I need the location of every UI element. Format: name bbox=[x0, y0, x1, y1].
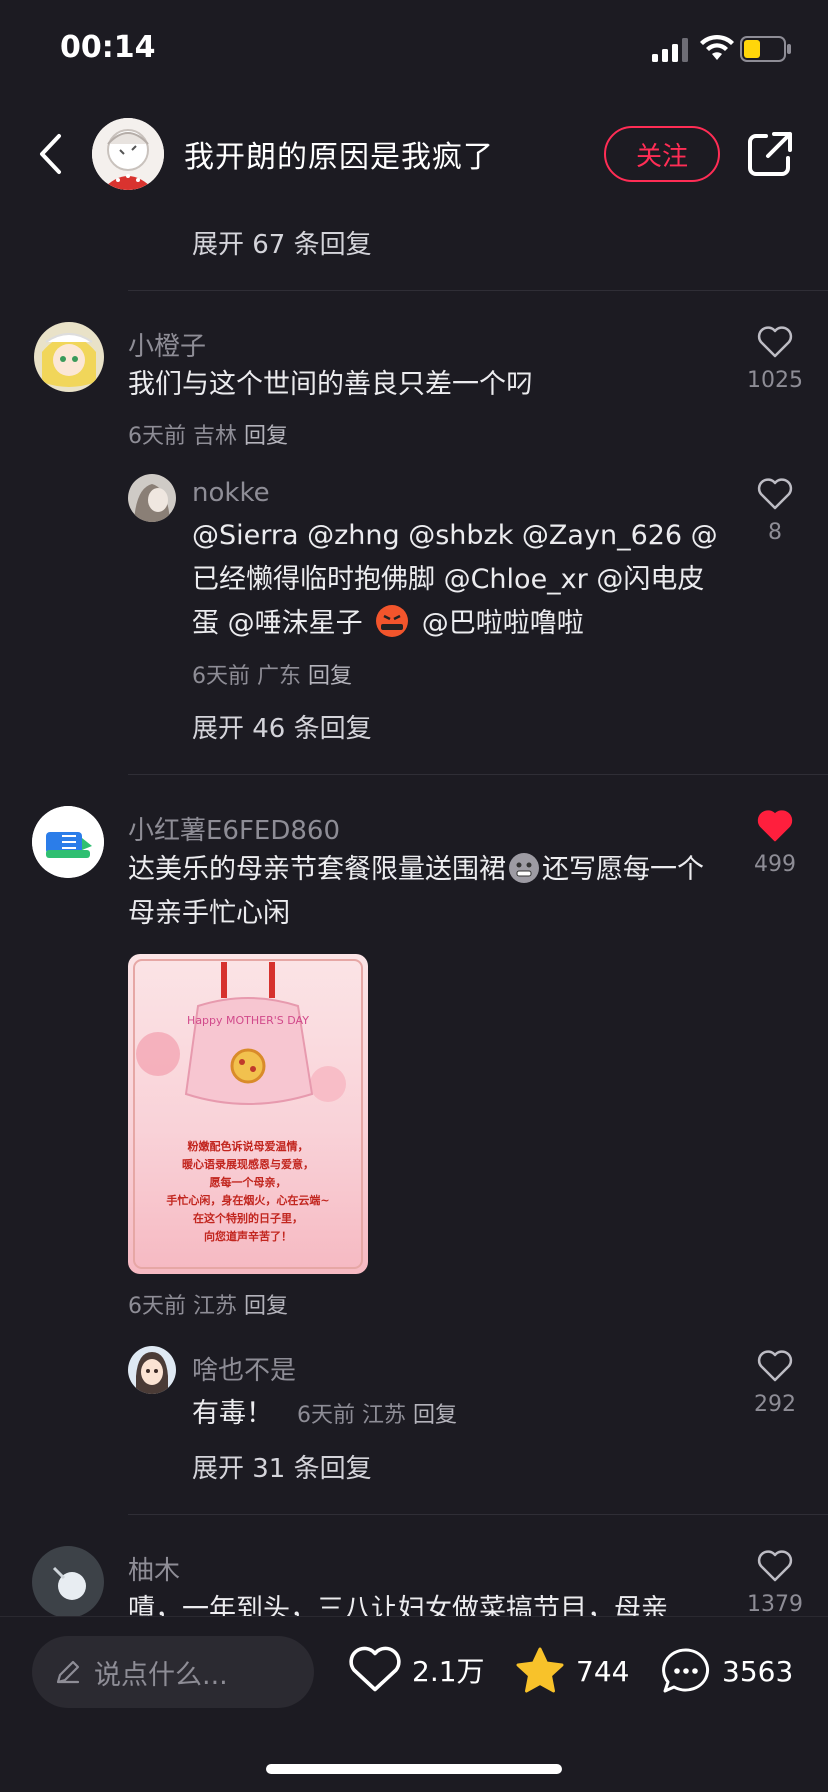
comment-meta: 6天前 吉林 回复 bbox=[128, 418, 288, 450]
reply-text-tail: @巴啦啦噜啦 bbox=[421, 608, 584, 639]
reply-line: 有毒！ 6天前 江苏 回复 bbox=[192, 1392, 457, 1436]
angry-emoji-icon bbox=[375, 604, 409, 638]
reply-button[interactable]: 回复 bbox=[244, 1294, 288, 1319]
like-count: 1379 bbox=[747, 1592, 803, 1617]
comment-text-part1: 达美乐的母亲节套餐限量送围裙 bbox=[128, 854, 506, 885]
share-button[interactable] bbox=[746, 130, 794, 178]
comment-text: 我们与这个世间的善良只差一个叼 bbox=[128, 369, 533, 400]
expand-replies-link[interactable]: 展开 31 条回复 bbox=[192, 1448, 372, 1485]
reply-username[interactable]: nokke bbox=[192, 478, 270, 508]
favorite-button[interactable]: 744 bbox=[514, 1646, 629, 1696]
divider bbox=[128, 1514, 828, 1515]
chat-bubble-icon bbox=[662, 1648, 710, 1693]
divider bbox=[128, 290, 828, 291]
reply-time: 6天前 bbox=[192, 664, 250, 689]
comment-username[interactable]: 小红薯E6FED860 bbox=[128, 810, 340, 847]
star-icon bbox=[516, 1647, 564, 1693]
image-caption: 粉嫩配色诉说母爱温情， 暖心语录展现感恩与爱意， 愿每一个母亲， 手忙心闲，身在… bbox=[128, 1138, 368, 1246]
chevron-left-icon bbox=[40, 134, 61, 174]
share-icon bbox=[748, 132, 792, 176]
comment-input-placeholder: 说点什么... bbox=[94, 1659, 228, 1691]
image-line: 粉嫩配色诉说母爱温情， bbox=[187, 1140, 309, 1153]
replier-avatar[interactable] bbox=[128, 474, 176, 522]
like-button[interactable]: 8 bbox=[740, 478, 810, 545]
follow-button[interactable]: 关注 bbox=[604, 126, 720, 182]
back-button[interactable] bbox=[30, 128, 70, 180]
reply-button[interactable]: 回复 bbox=[413, 1403, 457, 1428]
post-like-count: 2.1万 bbox=[412, 1655, 485, 1688]
divider bbox=[128, 774, 828, 775]
reply-location: 广东 bbox=[257, 664, 302, 689]
heart-outline-icon bbox=[757, 478, 793, 510]
reply-button[interactable]: 回复 bbox=[244, 424, 288, 449]
comment-image[interactable]: Happy MOTHER'S DAY 粉嫩配色诉说母爱温情， 暖心语录展现感恩与… bbox=[128, 954, 368, 1274]
image-line: 在这个特别的日子里， bbox=[193, 1212, 303, 1225]
image-line: 手忙心闲，身在烟火，心在云端~ bbox=[166, 1194, 330, 1207]
comment-meta: 6天前 江苏 回复 bbox=[128, 1288, 288, 1320]
heart-outline-icon bbox=[757, 1350, 793, 1382]
like-count: 499 bbox=[754, 852, 796, 877]
replier-avatar[interactable] bbox=[128, 1346, 176, 1394]
pencil-icon bbox=[56, 1660, 80, 1684]
commenter-avatar[interactable] bbox=[32, 1546, 104, 1618]
comment-time: 6天前 bbox=[128, 1294, 186, 1319]
reply-text: 有毒！ bbox=[192, 1398, 273, 1429]
reply-button[interactable]: 回复 bbox=[308, 664, 352, 689]
heart-filled-icon bbox=[757, 810, 793, 842]
comment-time: 6天前 bbox=[128, 424, 186, 449]
comment-username[interactable]: 柚木 bbox=[128, 1550, 180, 1587]
reply-text: @Sierra @zhng @shbzk @Zayn_626 @已经懒得临时抱佛… bbox=[192, 514, 722, 646]
like-button[interactable]: 1379 bbox=[740, 1550, 810, 1617]
status-time: 00:14 bbox=[60, 30, 156, 65]
wifi-icon bbox=[700, 34, 734, 60]
reply-location: 江苏 bbox=[362, 1403, 407, 1428]
favorite-count: 744 bbox=[576, 1654, 630, 1688]
author-avatar[interactable] bbox=[92, 118, 164, 190]
image-line: 向您道声辛苦了！ bbox=[204, 1230, 292, 1243]
reply-meta: 6天前 江苏 回复 bbox=[297, 1397, 457, 1429]
commenter-avatar[interactable] bbox=[32, 806, 104, 878]
comment-count: 3563 bbox=[722, 1654, 794, 1688]
like-count: 292 bbox=[754, 1392, 796, 1417]
post-like-button[interactable]: 2.1万 bbox=[348, 1646, 485, 1694]
heart-outline-icon bbox=[757, 1550, 793, 1582]
image-banner: Happy MOTHER'S DAY bbox=[187, 1014, 309, 1027]
expand-replies-link[interactable]: 展开 67 条回复 bbox=[192, 224, 372, 261]
like-button[interactable]: 292 bbox=[740, 1350, 810, 1417]
home-indicator[interactable] bbox=[266, 1764, 562, 1774]
comment-location: 江苏 bbox=[193, 1294, 238, 1319]
commenter-avatar[interactable] bbox=[34, 322, 104, 392]
image-line: 暖心语录展现感恩与爱意， bbox=[182, 1158, 314, 1171]
image-line: 愿每一个母亲， bbox=[209, 1176, 287, 1189]
heart-outline-icon bbox=[757, 326, 793, 358]
like-button[interactable]: 499 bbox=[740, 810, 810, 877]
like-count: 1025 bbox=[747, 368, 803, 393]
comment-text: 达美乐的母亲节套餐限量送围裙 还写愿每一个母亲手忙心闲 bbox=[128, 848, 718, 936]
comment-location: 吉林 bbox=[193, 424, 238, 449]
comment-input[interactable]: 说点什么... bbox=[32, 1636, 314, 1708]
reply-username[interactable]: 啥也不是 bbox=[192, 1350, 296, 1387]
author-name[interactable]: 我开朗的原因是我疯了 bbox=[184, 132, 494, 176]
reply-meta: 6天前 广东 回复 bbox=[192, 658, 352, 690]
comment-username[interactable]: 小橙子 bbox=[128, 326, 206, 363]
heart-outline-icon bbox=[349, 1646, 401, 1692]
reply-time: 6天前 bbox=[297, 1403, 355, 1428]
cellular-signal-icon bbox=[652, 38, 688, 62]
like-count: 8 bbox=[768, 520, 782, 545]
battery-icon bbox=[740, 36, 791, 62]
grimace-emoji-icon bbox=[508, 852, 540, 884]
like-button[interactable]: 1025 bbox=[740, 326, 810, 393]
expand-replies-link[interactable]: 展开 46 条回复 bbox=[192, 708, 372, 745]
comments-button[interactable]: 3563 bbox=[660, 1646, 793, 1696]
